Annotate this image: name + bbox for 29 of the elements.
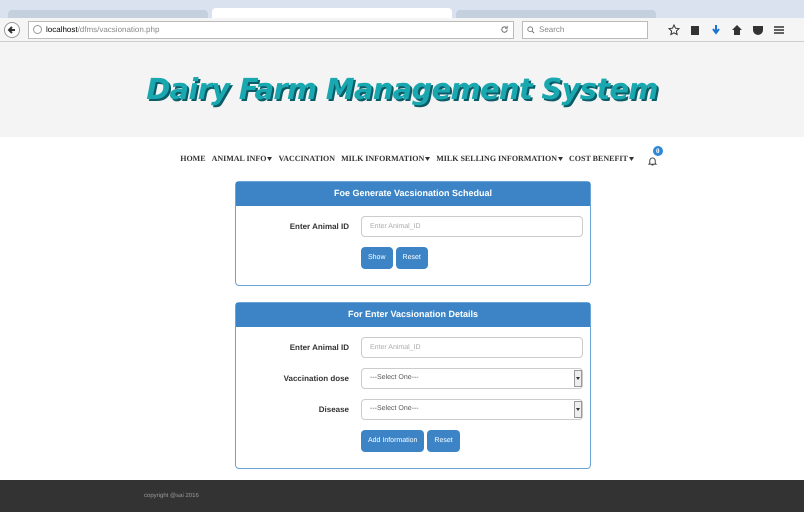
field-label: Disease — [318, 404, 349, 416]
reload-icon[interactable] — [500, 25, 509, 34]
field-label: Vaccination dose — [282, 372, 349, 384]
caret-icon — [558, 157, 564, 161]
field-label: Enter Animal ID — [288, 220, 349, 232]
menu-icon[interactable] — [773, 24, 785, 36]
download-icon[interactable] — [710, 24, 722, 36]
caret-icon — [267, 157, 272, 161]
shield-icon[interactable] — [752, 24, 764, 36]
url-text: localhost/dfms/vacsionation.php — [46, 24, 160, 36]
caret-icon — [425, 157, 430, 161]
nav-link[interactable]: MILK INFORMATION — [341, 153, 430, 165]
nav-link[interactable]: COST BENEFIT — [569, 153, 634, 165]
search-icon — [527, 26, 535, 34]
nav-link[interactable]: ANIMAL INFO — [212, 153, 272, 165]
panel-title: For Enter Vacsionation Details — [236, 303, 590, 327]
bell-icon[interactable] — [648, 157, 657, 166]
address-bar[interactable]: localhost/dfms/vacsionation.php — [28, 20, 514, 38]
nav-link[interactable]: MILK SELLING INFORMATION — [436, 153, 564, 165]
field-label: Enter Animal ID — [288, 342, 349, 354]
back-icon[interactable] — [4, 22, 20, 38]
nav-link[interactable]: HOME — [180, 153, 206, 165]
caret-icon — [628, 157, 634, 161]
panel-title: Foe Generate Vacsionation Schedual — [236, 182, 590, 206]
home-icon[interactable] — [731, 24, 743, 36]
star-icon[interactable] — [668, 24, 680, 36]
nav-link[interactable]: VACCINATION — [278, 153, 336, 165]
site-title: Dairy Farm Management System — [146, 70, 658, 108]
search-field[interactable]: Search — [522, 20, 648, 38]
